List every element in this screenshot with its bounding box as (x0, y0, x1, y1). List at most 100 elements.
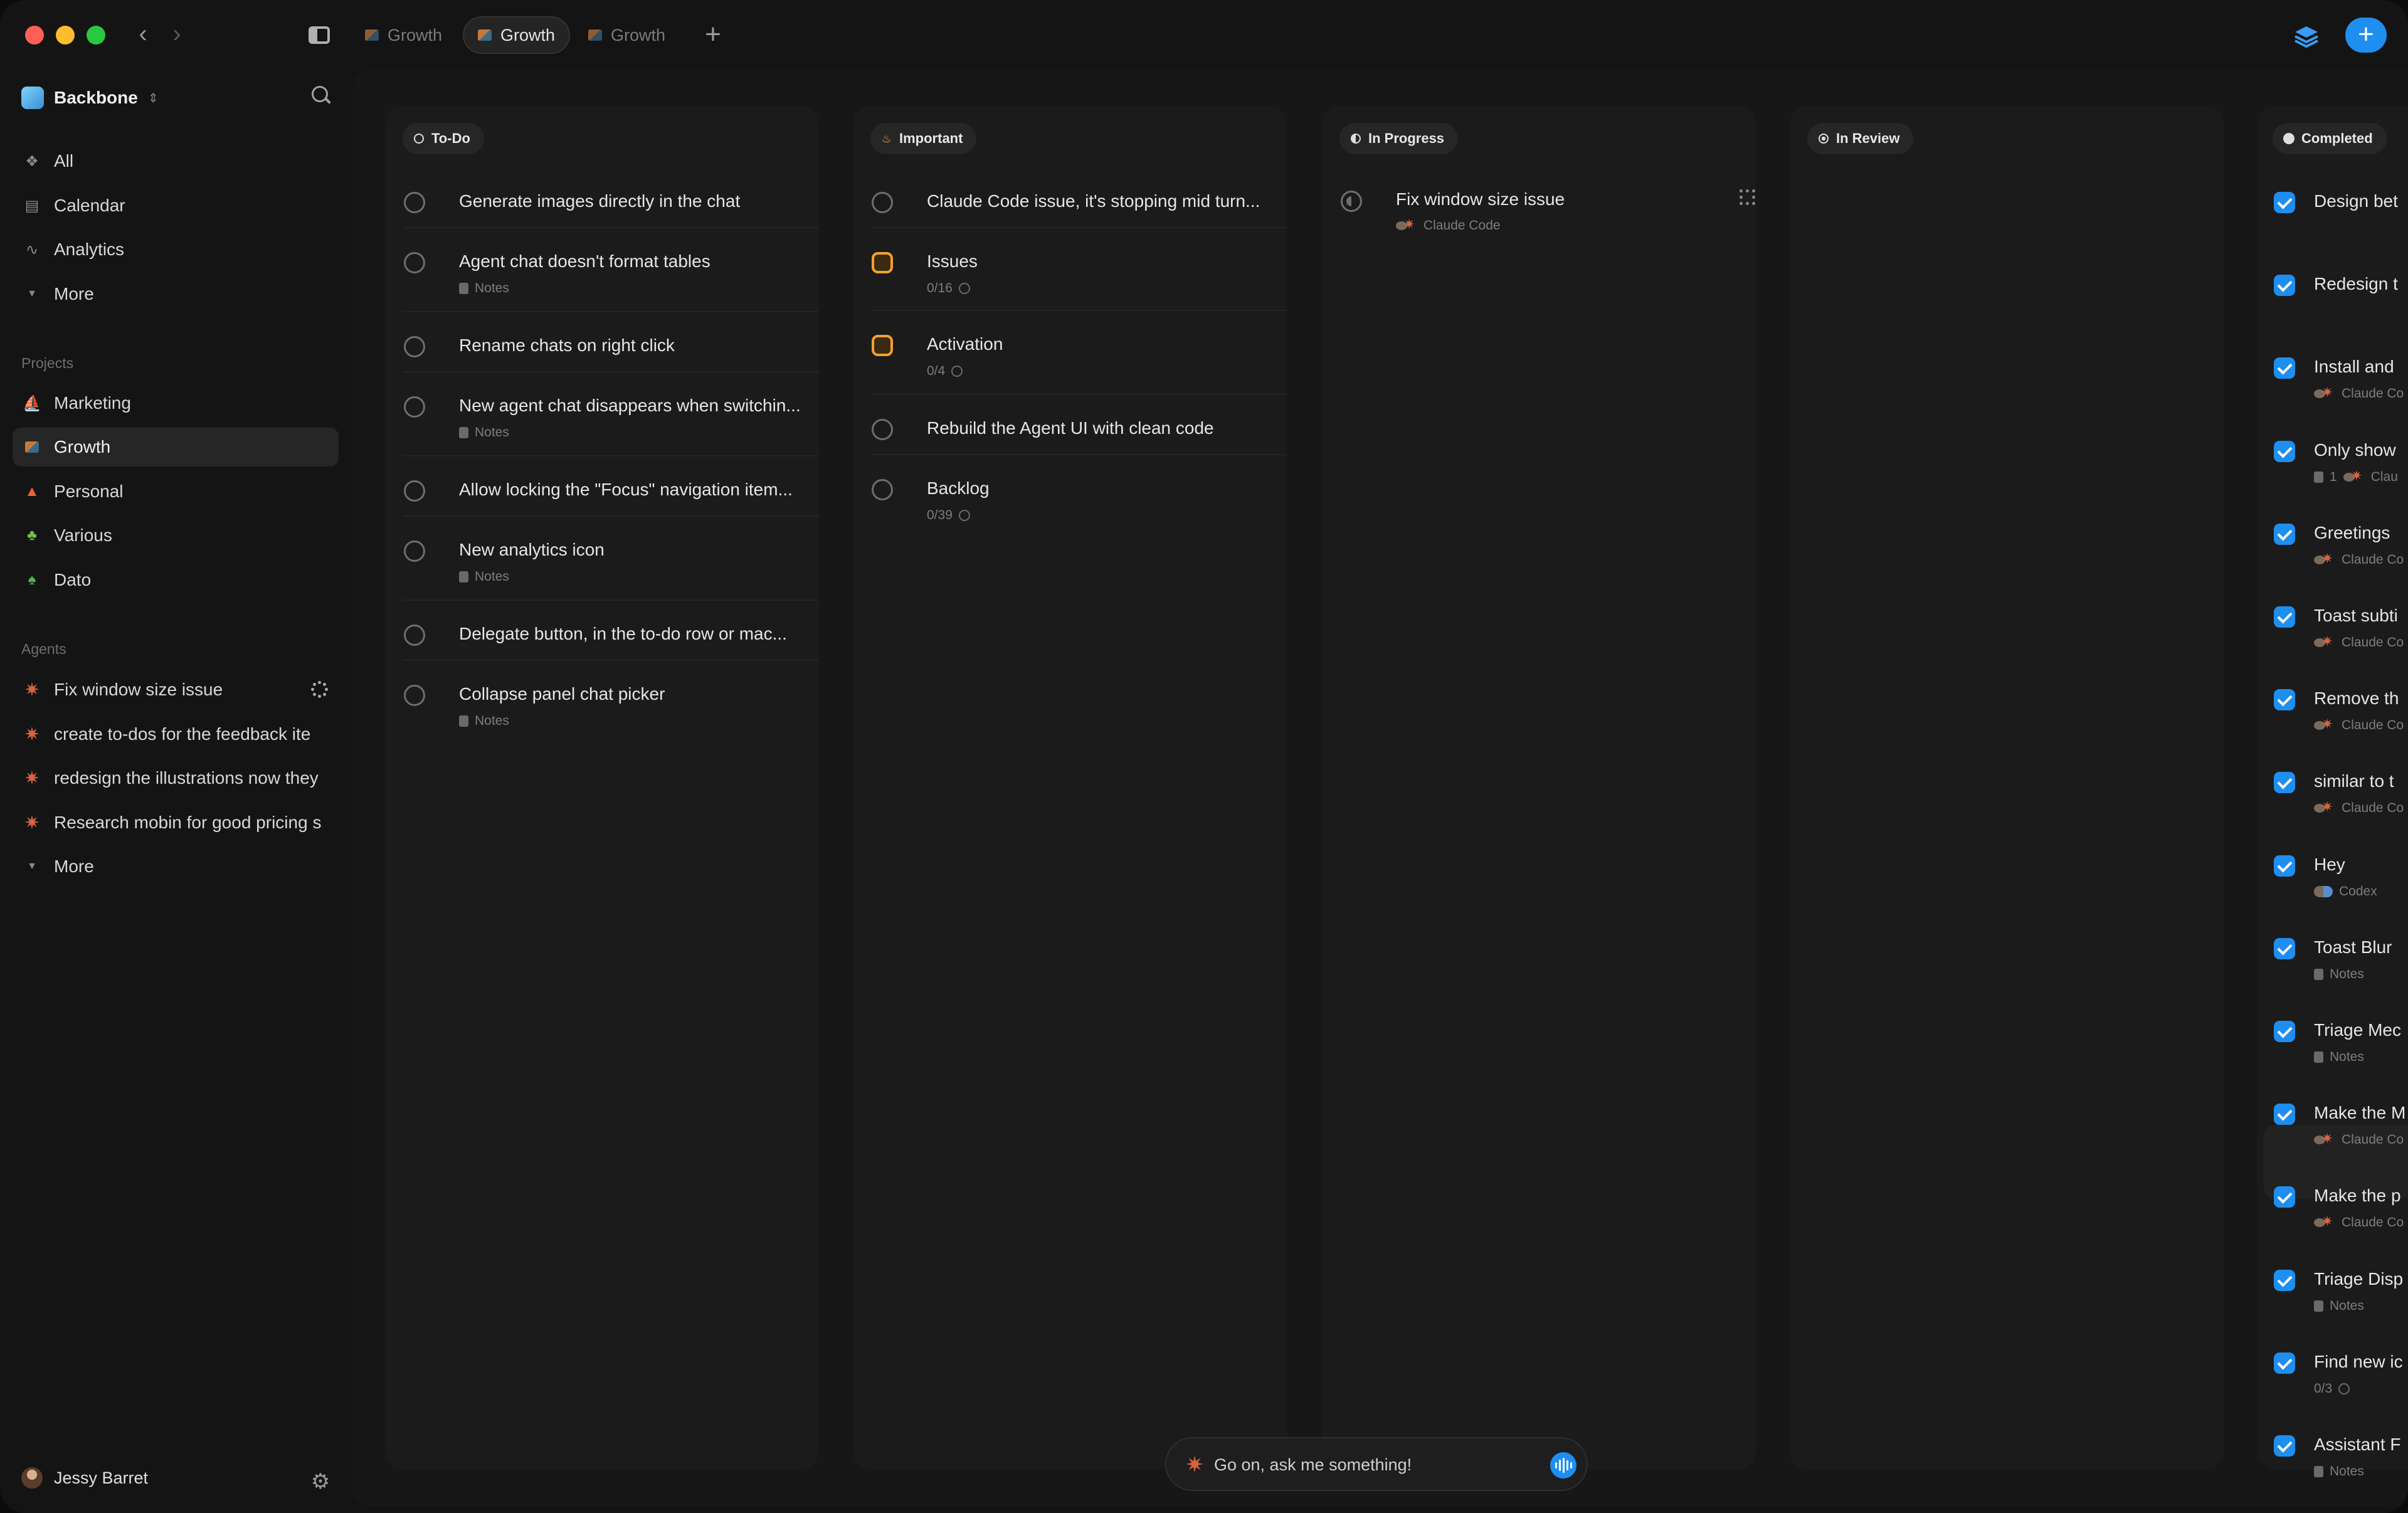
task-card[interactable]: Remove th Claude Co (2273, 665, 2408, 748)
task-checkbox[interactable] (2274, 523, 2295, 545)
task-card[interactable]: Triage Mec Notes (2273, 997, 2408, 1080)
task-card[interactable]: Rename chats on right click (403, 312, 819, 372)
task-card[interactable]: Greetings Claude Co (2273, 500, 2408, 583)
task-checkbox[interactable] (404, 540, 425, 562)
sidebar-item-analytics[interactable]: ∿ Analytics (13, 230, 339, 269)
task-checkbox[interactable] (2274, 1269, 2295, 1291)
task-checkbox[interactable] (2274, 440, 2295, 462)
task-checkbox[interactable] (2274, 1104, 2295, 1126)
voice-input-icon[interactable] (1550, 1452, 1576, 1479)
task-card[interactable]: Make the p Claude Co (2273, 1162, 2408, 1245)
task-card[interactable]: Agent chat doesn't format tables Notes (403, 228, 819, 312)
sidebar-item-dato[interactable]: ♠ Dato (13, 561, 339, 599)
task-card[interactable]: Install and Claude Co (2273, 334, 2408, 416)
task-checkbox[interactable] (404, 192, 425, 213)
task-checkbox[interactable] (2274, 855, 2295, 877)
column-header-in-review[interactable]: In Review (1807, 123, 1914, 154)
sidebar-item-agents-more[interactable]: ▼ More (13, 847, 339, 886)
chevron-right-icon[interactable]: › (163, 21, 191, 49)
chat-input[interactable] (1214, 1452, 1528, 1477)
layers-icon[interactable] (2293, 23, 2320, 50)
task-card[interactable]: New analytics icon Notes (403, 517, 819, 601)
column-header-important[interactable]: ♨ Important (870, 123, 977, 154)
task-card[interactable]: New agent chat disappears when switchin.… (403, 372, 819, 456)
new-tab-icon[interactable]: + (697, 19, 729, 50)
task-checkbox[interactable] (2274, 689, 2295, 711)
project-checkbox[interactable] (872, 335, 893, 356)
tab-growth-3[interactable]: Growth (574, 16, 679, 54)
task-checkbox[interactable] (2274, 1186, 2295, 1208)
task-checkbox[interactable] (2274, 937, 2295, 959)
task-card[interactable]: Triage Disp Notes (2273, 1246, 2408, 1329)
sidebar-item-agent[interactable]: ✷ Research mobin for good pricing s (13, 803, 339, 842)
task-card[interactable]: Generate images directly in the chat (403, 168, 819, 228)
column-header-todo[interactable]: To-Do (403, 123, 484, 154)
task-card[interactable]: Redesign t (2273, 251, 2408, 334)
user-profile[interactable]: Jessy Barret (21, 1467, 148, 1489)
tab-growth-1[interactable]: Growth (351, 16, 456, 54)
task-card[interactable]: Allow locking the "Focus" navigation ite… (403, 456, 819, 517)
sidebar-item-agent[interactable]: ✷ redesign the illustrations now they (13, 759, 339, 798)
sidebar-item-agent[interactable]: ✷ Fix window size issue (13, 670, 339, 709)
task-checkbox[interactable] (872, 419, 893, 440)
column-header-completed[interactable]: Completed (2273, 123, 2387, 154)
task-checkbox[interactable] (2274, 192, 2295, 213)
sidebar-item-marketing[interactable]: ⛵ Marketing (13, 384, 339, 423)
chevron-left-icon[interactable]: ‹ (129, 21, 157, 49)
sidebar-item-all[interactable]: ❖ All (13, 142, 339, 181)
task-card[interactable]: Toast Blur Notes (2273, 914, 2408, 997)
task-checkbox[interactable] (872, 192, 893, 213)
task-checkbox[interactable] (872, 479, 893, 500)
task-checkbox[interactable] (404, 480, 425, 502)
notes-icon (459, 715, 468, 727)
task-checkbox[interactable] (2274, 1021, 2295, 1042)
task-card[interactable]: Design bet (2273, 168, 2408, 251)
add-button[interactable]: + (2345, 18, 2387, 53)
close-window-button[interactable] (25, 26, 44, 45)
column-header-in-progress[interactable]: In Progress (1339, 123, 1459, 154)
task-card[interactable]: Delegate button, in the to-do row or mac… (403, 601, 819, 661)
zoom-window-button[interactable] (87, 26, 105, 45)
sidebar-item-various[interactable]: ♣ Various (13, 516, 339, 555)
task-checkbox[interactable] (2274, 275, 2295, 297)
gear-icon[interactable]: ⚙ (310, 1471, 331, 1492)
task-checkbox[interactable] (404, 252, 425, 273)
task-card[interactable]: Activation 0/4 (870, 311, 1287, 395)
task-checkbox[interactable] (1341, 191, 1362, 212)
spinner-icon[interactable] (1740, 189, 1756, 206)
task-card[interactable]: Assistant F Notes (2273, 1411, 2408, 1494)
task-checkbox[interactable] (2274, 772, 2295, 794)
tab-growth-2[interactable]: Growth (463, 16, 571, 54)
search-icon[interactable] (309, 83, 334, 108)
task-checkbox[interactable] (2274, 606, 2295, 628)
task-card[interactable]: Find new ic 0/3 (2273, 1329, 2408, 1411)
task-card[interactable]: Toast subti Claude Co (2273, 583, 2408, 665)
task-checkbox[interactable] (2274, 357, 2295, 379)
task-card[interactable]: similar to t Claude Co (2273, 748, 2408, 831)
minimize-window-button[interactable] (56, 26, 75, 45)
task-card[interactable]: Fix window size issue Claude Code (1339, 167, 1756, 236)
sidebar-item-agent[interactable]: ✷ create to-dos for the feedback ite (13, 715, 339, 754)
task-card[interactable]: Issues 0/16 (870, 228, 1287, 311)
task-card[interactable]: Make the M Claude Co (2273, 1080, 2408, 1162)
project-checkbox[interactable] (872, 252, 893, 273)
task-card[interactable]: Claude Code issue, it's stopping mid tur… (870, 168, 1287, 228)
task-checkbox[interactable] (404, 396, 425, 418)
task-card[interactable]: Backlog 0/39 (870, 455, 1287, 539)
task-card[interactable]: Only show 1 Clau (2273, 417, 2408, 500)
task-card[interactable]: Collapse panel chat picker Notes (403, 661, 819, 745)
task-checkbox[interactable] (2274, 1435, 2295, 1457)
sidebar-toggle-icon[interactable] (309, 26, 330, 44)
task-checkbox[interactable] (404, 625, 425, 646)
task-checkbox[interactable] (2274, 1352, 2295, 1374)
task-meta-label: Notes (2330, 966, 2364, 981)
task-card[interactable]: Rebuild the Agent UI with clean code (870, 395, 1287, 455)
sidebar-item-growth[interactable]: Growth (13, 428, 339, 467)
sidebar-item-personal[interactable]: ▲ Personal (13, 472, 339, 511)
workspace-switcher[interactable]: Backbone ⇕ (21, 80, 159, 115)
task-card[interactable]: Hey Codex (2273, 831, 2408, 914)
sidebar-item-calendar[interactable]: ▤ Calendar (13, 186, 339, 225)
task-checkbox[interactable] (404, 336, 425, 357)
task-checkbox[interactable] (404, 685, 425, 706)
sidebar-item-more[interactable]: ▼ More (13, 275, 339, 314)
